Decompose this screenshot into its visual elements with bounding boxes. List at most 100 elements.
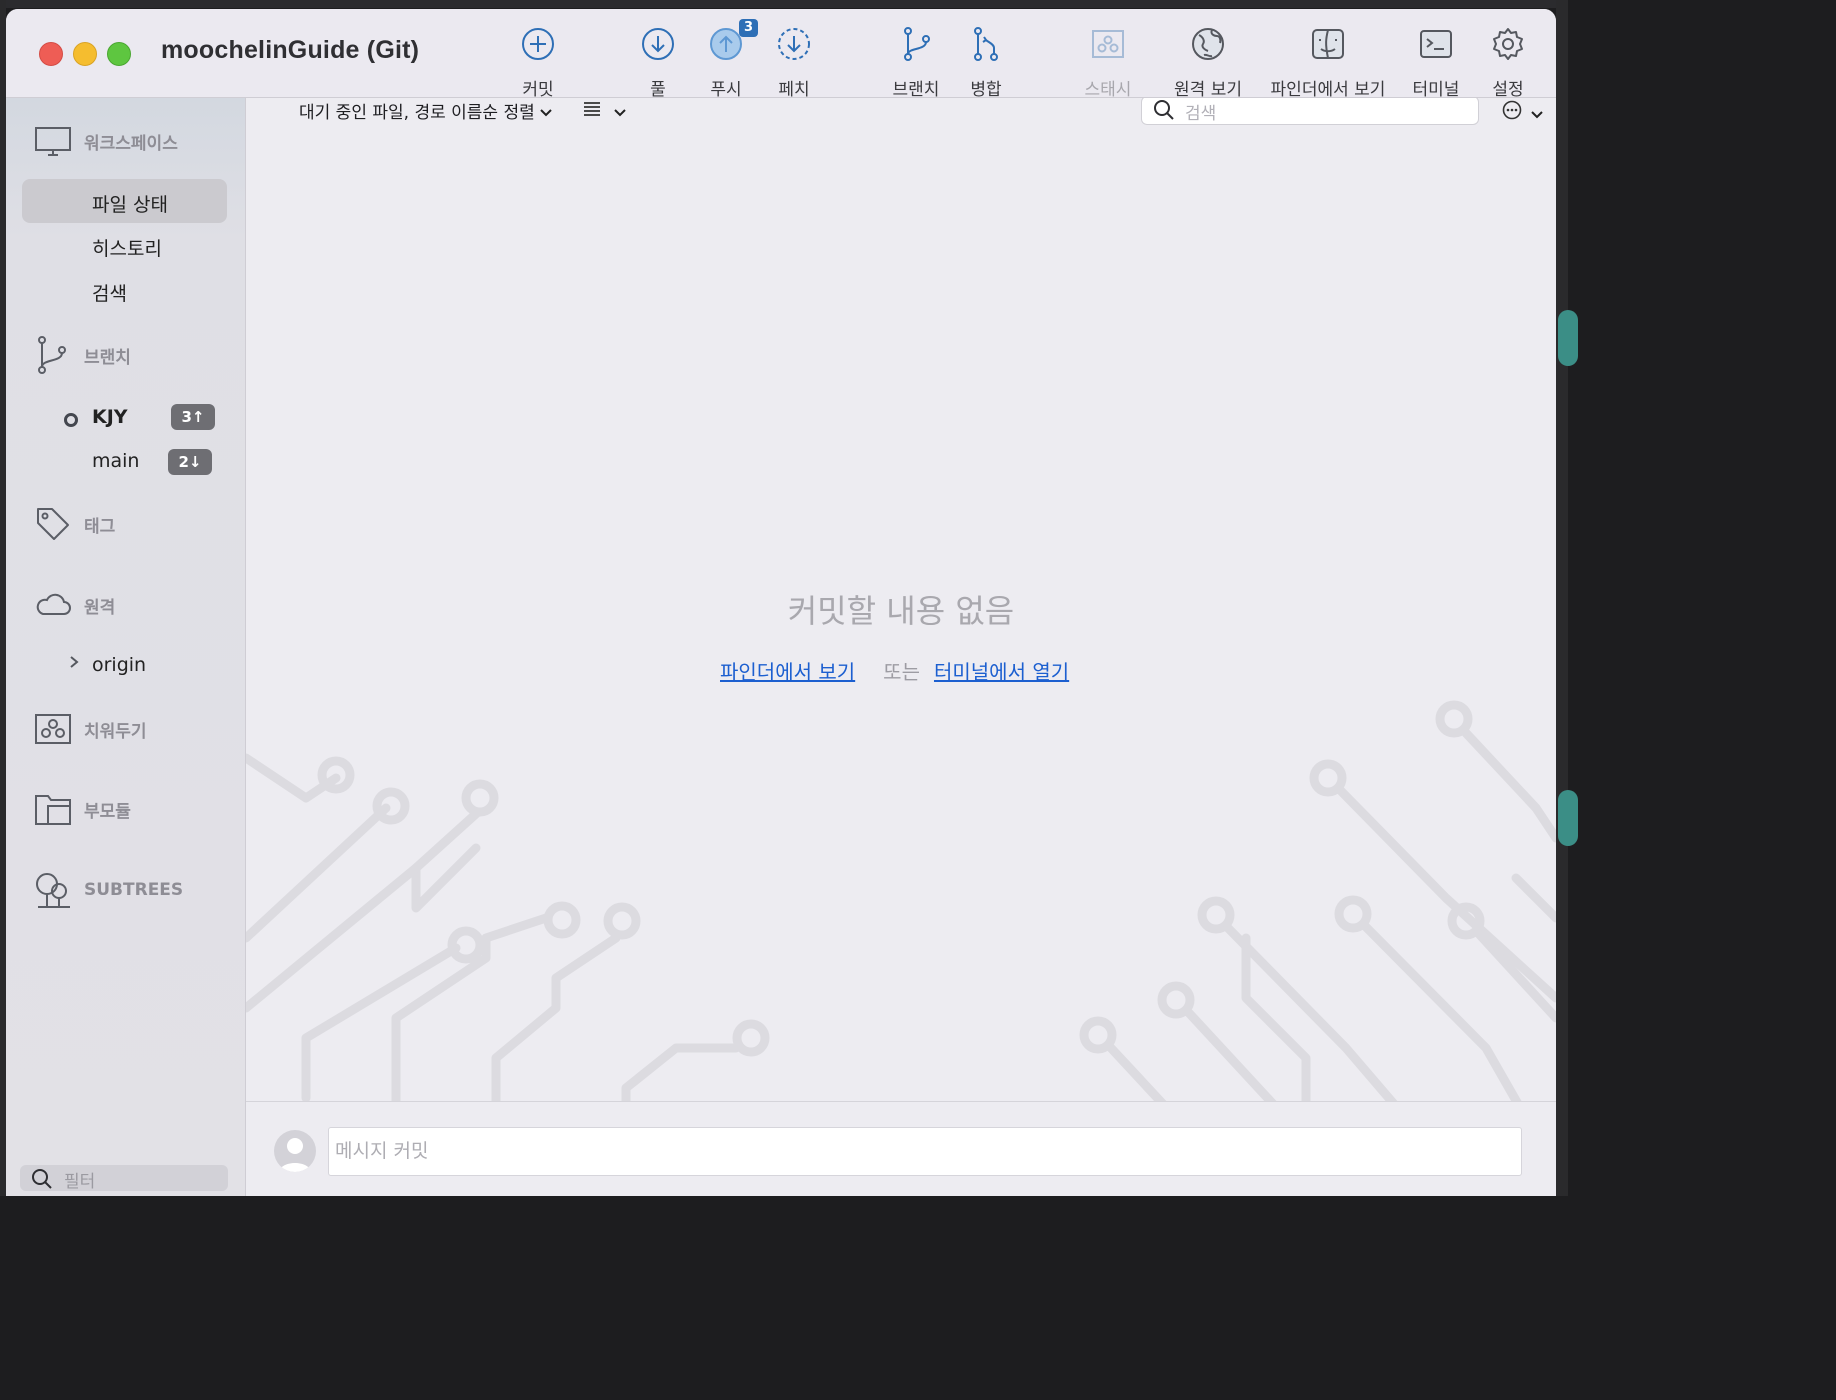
desktop-right-edge [1556,0,1578,1196]
pull-label: 풀 [650,80,666,100]
remote-view-label: 원격 보기 [1174,80,1242,100]
file-list-header: 대기 중인 파일, 경로 이름순 정렬 검색 [246,98,1556,125]
sidebar-section-stashes: 치워두기 [34,709,147,749]
branch-button[interactable]: 브랜치 [886,25,946,100]
remote-item-origin[interactable]: origin [92,654,146,676]
fetch-button[interactable]: 페치 [772,25,816,100]
branch-icon [38,336,66,374]
branch-item-main[interactable]: main [92,450,139,472]
submodule-folder-icon [35,795,71,825]
terminal-icon [1420,30,1452,58]
push-button[interactable]: 3 푸시 [704,19,758,100]
settings-button[interactable]: 설정 [1486,25,1530,100]
circuit-background-illustration [246,700,1556,1118]
stash-label: 스태시 [1084,80,1132,100]
terminal-label: 터미널 [1412,80,1460,100]
submodules-title: 부모듈 [84,801,131,822]
sidebar-section-submodules: 부모듈 [34,789,131,829]
chevron-right-icon[interactable] [68,654,80,670]
sidebar-item-search[interactable]: 검색 [92,279,127,306]
fetch-icon [778,28,810,60]
sidebar-section-branches: 브랜치 [34,335,131,375]
or-text: 또는 [883,660,920,684]
subtrees-title: SUBTREES [84,880,184,900]
branch-main-behind-badge: 2↓ [168,449,212,475]
workspace-title: 워크스페이스 [84,133,178,154]
settings-label: 설정 [1492,80,1524,100]
finder-view-label: 파인더에서 보기 [1270,80,1386,100]
list-icon [584,102,600,116]
filter-placeholder: 필터 [64,1172,96,1192]
search-icon [32,1169,52,1189]
sidebar-filter-input[interactable]: 필터 [20,1165,228,1192]
current-branch-indicator-icon [64,413,78,427]
app-window: moochelinGuide (Git) 커밋 풀 3 푸시 페치 브랜치 병합 [6,9,1556,1196]
branches-title: 브랜치 [84,347,131,368]
finder-icon [1312,29,1344,59]
commit-message-placeholder: 메시지 커밋 [335,1140,429,1162]
empty-state-actions: 파인더에서 보기 또는 터미널에서 열기 [720,656,1069,685]
options-menu-button[interactable] [1502,100,1543,124]
gear-icon [1493,28,1523,60]
close-window-button[interactable] [39,42,63,66]
branch-icon [904,27,930,61]
push-count-badge: 3 [738,19,758,37]
search-placeholder: 검색 [1185,104,1217,124]
tag-icon [37,508,69,540]
main-panel: 대기 중인 파일, 경로 이름순 정렬 검색 커밋할 내용 없음 파인더에서 보… [246,98,1556,1196]
file-search-input[interactable]: 검색 [1141,98,1479,125]
commit-label: 커밋 [522,80,554,100]
branch-kjy-ahead-badge: 3↑ [171,404,215,430]
stash-button[interactable]: 스태시 [1078,25,1138,100]
globe-icon [1192,28,1224,60]
arrow-down-circle-icon [642,28,674,60]
cloud-icon [36,593,71,615]
remotes-title: 원격 [84,597,116,618]
monitor-icon [35,127,71,156]
plus-circle-icon [522,28,554,60]
sidebar-item-file-status[interactable]: 파일 상태 [92,190,168,217]
chevron-down-icon [614,109,626,117]
stashes-title: 치워두기 [84,721,147,742]
more-options-icon [1502,100,1522,120]
chevron-down-icon [1531,111,1543,119]
stash-icon [35,714,71,744]
tags-title: 태그 [84,516,116,537]
sidebar-section-remotes: 원격 [34,585,115,625]
pull-button[interactable]: 풀 [636,25,680,100]
sort-label: 대기 중인 파일, 경로 이름순 정렬 [299,103,535,123]
open-in-finder-link[interactable]: 파인더에서 보기 [720,660,855,684]
zoom-window-button[interactable] [107,42,131,66]
user-placeholder-icon [279,1138,311,1172]
commit-button[interactable]: 커밋 [516,25,560,100]
window-title: moochelinGuide (Git) [161,36,420,64]
push-label: 푸시 [710,80,742,100]
view-mode-dropdown[interactable] [583,100,626,122]
sort-dropdown[interactable]: 대기 중인 파일, 경로 이름순 정렬 [299,98,552,123]
chevron-down-icon [540,109,552,117]
desktop-background [0,0,1568,8]
sidebar: 워크스페이스 파일 상태 히스토리 검색 브랜치 KJY 3↑ main 2↓ … [6,98,246,1196]
merge-label: 병합 [970,80,1002,100]
sidebar-section-tags: 태그 [34,504,115,544]
tree-icon [36,873,70,908]
commit-message-area: 메시지 커밋 [246,1101,1556,1196]
terminal-button[interactable]: 터미널 [1408,25,1464,100]
branch-item-kjy[interactable]: KJY [92,406,128,428]
finder-view-button[interactable]: 파인더에서 보기 [1268,25,1388,100]
remote-view-button[interactable]: 원격 보기 [1172,25,1244,100]
fetch-label: 페치 [778,80,810,100]
merge-button[interactable]: 병합 [964,25,1008,100]
push-icon-wrap: 3 [708,19,758,63]
desktop-window-fragment [1558,790,1578,846]
open-in-terminal-link[interactable]: 터미널에서 열기 [934,660,1069,684]
minimize-window-button[interactable] [73,42,97,66]
merge-icon [974,27,998,61]
empty-state-title: 커밋할 내용 없음 [787,592,1015,630]
sidebar-item-history[interactable]: 히스토리 [92,234,162,261]
commit-message-input[interactable]: 메시지 커밋 [328,1127,1522,1176]
search-icon [1154,100,1174,120]
desktop-window-fragment [1558,310,1578,366]
avatar [274,1130,316,1172]
toolbar: moochelinGuide (Git) 커밋 풀 3 푸시 페치 브랜치 병합 [6,9,1556,100]
